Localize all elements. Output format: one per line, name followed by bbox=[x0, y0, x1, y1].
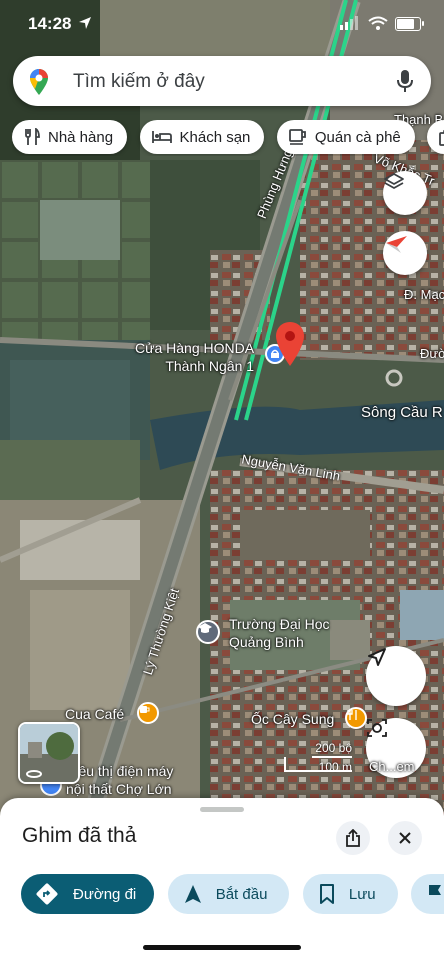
home-indicator[interactable] bbox=[143, 945, 301, 950]
close-button[interactable] bbox=[388, 821, 422, 855]
search-bar[interactable] bbox=[13, 56, 431, 106]
restaurant-poi-label[interactable]: Ốc Cây Sung bbox=[251, 710, 334, 728]
navigation-arrow-icon bbox=[368, 648, 386, 666]
store-poi-label[interactable]: Siêu thị điện máy nội thất Chợ Lớn bbox=[66, 762, 173, 798]
sheet-drag-handle[interactable] bbox=[200, 807, 244, 812]
flag-icon bbox=[429, 885, 442, 903]
map-label-d-mac: Đ. Mạc bbox=[404, 287, 444, 302]
wifi-icon bbox=[368, 16, 388, 30]
status-time: 14:28 bbox=[28, 14, 72, 33]
sheet-title: Ghim đã thả bbox=[22, 824, 137, 847]
close-icon bbox=[399, 832, 411, 844]
map-label-river: Sông Cầu R bbox=[361, 404, 443, 421]
share-icon bbox=[346, 829, 360, 847]
navigation-arrow-icon bbox=[184, 885, 201, 903]
save-label: Lưu bbox=[348, 885, 376, 903]
share-button[interactable] bbox=[336, 821, 370, 855]
place-bottom-sheet[interactable]: Ghim đã thả Đường đi Bắt đầu Lưu T bbox=[0, 798, 444, 960]
coffee-cup-icon bbox=[288, 129, 306, 145]
bed-icon bbox=[151, 131, 172, 143]
street-view-rotate-icon bbox=[26, 770, 42, 778]
map-scale: 200 bộ 100 m bbox=[282, 741, 362, 774]
signal-icon bbox=[340, 16, 358, 30]
microphone-icon[interactable] bbox=[397, 69, 413, 93]
university-poi-label[interactable]: Trường Đại Học Quảng Bình bbox=[229, 615, 330, 651]
chip-coffee[interactable]: Quán cà phê bbox=[276, 120, 415, 154]
fork-knife-icon bbox=[25, 128, 40, 145]
restaurant-poi-icon[interactable] bbox=[345, 707, 367, 729]
google-maps-pin-icon bbox=[30, 69, 48, 95]
compass-button[interactable] bbox=[383, 231, 427, 275]
start-button[interactable]: Bắt đầu bbox=[167, 874, 290, 914]
honda-poi-label[interactable]: Cửa Hàng HONDA Thành Ngân 1 bbox=[135, 339, 254, 375]
bookmark-icon bbox=[319, 884, 334, 904]
start-label: Bắt đầu bbox=[215, 885, 268, 903]
search-input[interactable] bbox=[71, 66, 385, 98]
status-bar: 14:28 bbox=[0, 10, 444, 38]
cafe-poi-icon[interactable] bbox=[137, 702, 159, 724]
my-location-button[interactable] bbox=[366, 646, 426, 706]
street-view-camera-label: Ch...em bbox=[369, 759, 415, 774]
save-button[interactable]: Lưu bbox=[302, 874, 398, 914]
directions-label: Đường đi bbox=[73, 885, 137, 903]
chip-hotels[interactable]: Khách sạn bbox=[139, 120, 265, 154]
chip-shopping[interactable] bbox=[427, 120, 444, 154]
category-chips: Nhà hàng Khách sạn Quán cà phê bbox=[12, 120, 444, 156]
shopping-bag-icon bbox=[439, 130, 444, 146]
directions-button[interactable]: Đường đi bbox=[21, 874, 155, 914]
chip-restaurants[interactable]: Nhà hàng bbox=[12, 120, 128, 154]
compass-icon bbox=[386, 236, 407, 253]
camera-scan-icon bbox=[367, 719, 387, 737]
chip-label: Nhà hàng bbox=[48, 128, 114, 146]
layers-button[interactable] bbox=[383, 171, 427, 215]
cafe-poi-label[interactable]: Cua Café bbox=[65, 705, 124, 723]
layers-icon bbox=[384, 173, 404, 189]
location-arrow-icon bbox=[79, 17, 91, 29]
street-view-thumbnail[interactable] bbox=[18, 722, 80, 784]
action-buttons: Đường đi Bắt đầu Lưu T bbox=[21, 874, 444, 914]
university-poi-icon[interactable] bbox=[196, 620, 220, 644]
battery-icon bbox=[395, 17, 424, 31]
label-button[interactable]: T bbox=[411, 874, 444, 914]
chip-label: Quán cà phê bbox=[314, 128, 401, 146]
directions-icon bbox=[36, 883, 58, 905]
chip-label: Khách sạn bbox=[179, 128, 251, 146]
map-label-duong: Đườ bbox=[420, 346, 444, 361]
